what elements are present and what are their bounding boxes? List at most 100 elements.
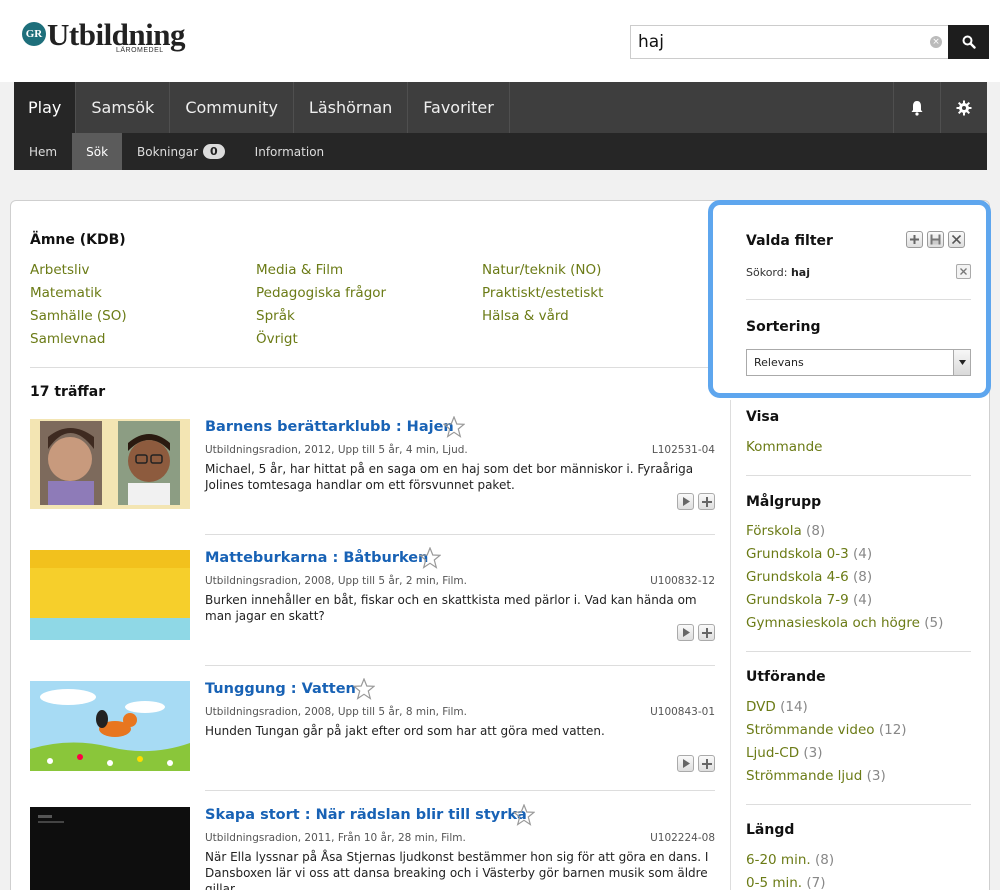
subnav-bokningar[interactable]: Bokningar 0 bbox=[122, 133, 240, 170]
result-id: U100843-01 bbox=[650, 706, 715, 718]
divider bbox=[746, 804, 971, 805]
add-button[interactable] bbox=[698, 755, 715, 772]
subnav-sok[interactable]: Sök bbox=[72, 133, 123, 170]
result-thumbnail[interactable] bbox=[30, 681, 190, 771]
nav-play[interactable]: Play bbox=[14, 82, 77, 133]
nav-community[interactable]: Community bbox=[170, 82, 294, 133]
filter-link[interactable]: Grundskola 0-3 (4) bbox=[746, 546, 872, 562]
result-meta: Utbildningsradion, 2008, Upp till 5 år, … bbox=[205, 575, 467, 587]
logo[interactable]: GR Utbildning LÄROMEDEL bbox=[22, 17, 186, 54]
filter-link[interactable]: Grundskola 4-6 (8) bbox=[746, 569, 872, 585]
play-icon bbox=[682, 759, 690, 768]
clear-filters-button[interactable] bbox=[948, 231, 965, 248]
result-actions bbox=[677, 624, 715, 641]
sort-dropdown-button[interactable] bbox=[953, 350, 970, 375]
result-thumbnail[interactable] bbox=[30, 807, 190, 890]
result-thumbnail[interactable] bbox=[30, 419, 190, 509]
subject-link[interactable]: Matematik bbox=[30, 285, 102, 301]
result-description: Hunden Tungan går på jakt efter ord som … bbox=[205, 724, 605, 738]
remove-term-button[interactable] bbox=[956, 264, 971, 279]
subject-link[interactable]: Samlevnad bbox=[30, 331, 105, 347]
subnav-hem[interactable]: Hem bbox=[14, 133, 72, 170]
result-meta: Utbildningsradion, 2012, Upp till 5 år, … bbox=[205, 444, 468, 456]
nav-lashornan[interactable]: Läshörnan bbox=[294, 82, 409, 133]
favorite-star-icon[interactable] bbox=[353, 678, 375, 700]
subject-link[interactable]: Natur/teknik (NO) bbox=[482, 262, 601, 278]
subject-link[interactable]: Pedagogiska frågor bbox=[256, 285, 386, 301]
filter-link[interactable]: 0-5 min. (7) bbox=[746, 875, 826, 890]
result-thumbnail[interactable] bbox=[30, 550, 190, 640]
filter-actions bbox=[906, 231, 965, 248]
search-box: × bbox=[630, 25, 948, 59]
visa-title: Visa bbox=[746, 409, 780, 425]
result-title[interactable]: Matteburkarna : Båtburken bbox=[205, 550, 428, 566]
play-button[interactable] bbox=[677, 755, 694, 772]
filter-link[interactable]: 6-20 min. (8) bbox=[746, 852, 834, 868]
selected-filters-box: Valda filter Sökord: haj Sortering Relev… bbox=[708, 200, 991, 398]
filter-link[interactable]: Förskola (8) bbox=[746, 523, 825, 539]
clear-search-icon[interactable]: × bbox=[930, 36, 942, 48]
result-title[interactable]: Tunggung : Vatten bbox=[205, 681, 356, 697]
nav-favoriter[interactable]: Favoriter bbox=[408, 82, 510, 133]
subject-link[interactable]: Praktiskt/estetiskt bbox=[482, 285, 603, 301]
filter-link[interactable]: Gymnasieskola och högre (5) bbox=[746, 615, 943, 631]
subject-link[interactable]: Media & Film bbox=[256, 262, 343, 278]
add-filter-button[interactable] bbox=[906, 231, 923, 248]
divider bbox=[746, 299, 971, 300]
save-filter-button[interactable] bbox=[927, 231, 944, 248]
notifications-button[interactable] bbox=[893, 82, 940, 133]
result-item: Barnens berättarklubb : Hajen Utbildning… bbox=[30, 416, 715, 529]
filters-title: Valda filter bbox=[746, 233, 833, 249]
favorite-star-icon[interactable] bbox=[419, 547, 441, 569]
sort-select-value: Relevans bbox=[754, 356, 804, 369]
langd-title: Längd bbox=[746, 822, 795, 838]
sub-nav: Hem Sök Bokningar 0 Information bbox=[14, 133, 987, 170]
play-button[interactable] bbox=[677, 493, 694, 510]
add-button[interactable] bbox=[698, 624, 715, 641]
result-title[interactable]: Barnens berättarklubb : Hajen bbox=[205, 419, 454, 435]
subject-link[interactable]: Samhälle (SO) bbox=[30, 308, 127, 324]
result-description: Michael, 5 år, har hittat på en saga om … bbox=[205, 462, 694, 492]
divider bbox=[746, 651, 971, 652]
filter-link[interactable]: Ljud-CD (3) bbox=[746, 745, 823, 761]
result-description: När Ella lyssnar på Åsa Stjernas ljudkon… bbox=[205, 850, 709, 890]
subject-link[interactable]: Övrigt bbox=[256, 331, 298, 347]
filter-term: Sökord: haj bbox=[746, 266, 810, 279]
divider bbox=[30, 367, 715, 368]
sort-select[interactable]: Relevans bbox=[746, 349, 971, 376]
utforande-title: Utförande bbox=[746, 669, 826, 685]
play-button[interactable] bbox=[677, 624, 694, 641]
search-button[interactable] bbox=[948, 25, 989, 59]
filter-link[interactable]: Strömmande ljud (3) bbox=[746, 768, 886, 784]
result-item: Matteburkarna : Båtburken Utbildningsrad… bbox=[30, 547, 715, 660]
filter-link[interactable]: DVD (14) bbox=[746, 699, 808, 715]
save-icon bbox=[930, 234, 941, 245]
add-button[interactable] bbox=[698, 493, 715, 510]
divider bbox=[205, 665, 715, 666]
result-actions bbox=[677, 493, 715, 510]
divider bbox=[205, 534, 715, 535]
divider bbox=[746, 475, 971, 476]
subject-link[interactable]: Arbetsliv bbox=[30, 262, 89, 278]
favorite-star-icon[interactable] bbox=[513, 804, 535, 826]
result-id: U102224-08 bbox=[650, 832, 715, 844]
subject-link[interactable]: Hälsa & vård bbox=[482, 308, 569, 324]
filter-link[interactable]: Strömmande video (12) bbox=[746, 722, 907, 738]
favorite-star-icon[interactable] bbox=[443, 416, 465, 438]
logo-text: Utbildning bbox=[47, 17, 186, 52]
filter-link-kommande[interactable]: Kommande bbox=[746, 439, 822, 455]
close-icon bbox=[960, 268, 967, 275]
play-icon bbox=[682, 497, 690, 506]
nav-samsok[interactable]: Samsök bbox=[76, 82, 171, 133]
settings-button[interactable] bbox=[940, 82, 987, 133]
result-title[interactable]: Skapa stort : När rädslan blir till styr… bbox=[205, 807, 527, 823]
plus-icon bbox=[910, 235, 919, 244]
subnav-information[interactable]: Information bbox=[240, 133, 339, 170]
subject-link[interactable]: Språk bbox=[256, 308, 295, 324]
result-id: U100832-12 bbox=[650, 575, 715, 587]
filter-link[interactable]: Grundskola 7-9 (4) bbox=[746, 592, 872, 608]
result-actions bbox=[677, 755, 715, 772]
search-input[interactable] bbox=[631, 26, 911, 58]
main-nav: Play Samsök Community Läshörnan Favorite… bbox=[14, 82, 987, 133]
search-icon bbox=[962, 35, 976, 49]
